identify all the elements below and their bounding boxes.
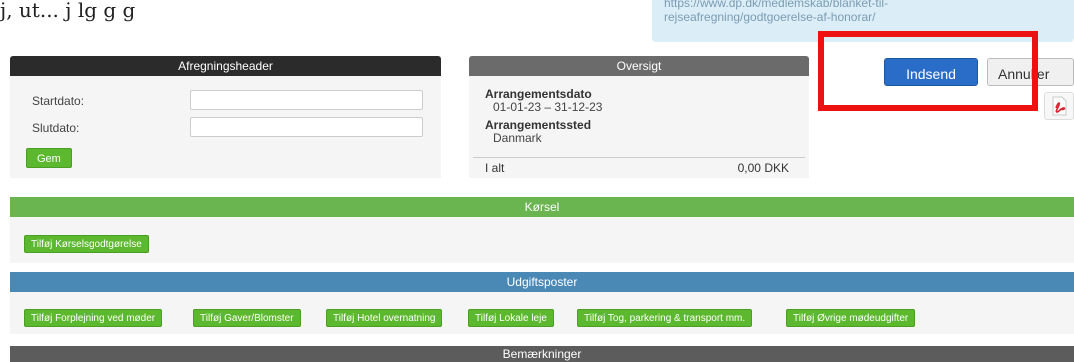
korsel-section: Kørsel Tilføj Kørselsgodtgørelse — [10, 197, 1074, 263]
cancel-button[interactable]: Annuller — [987, 58, 1074, 86]
total-value: 0,00 DKK — [737, 161, 789, 175]
arrangementssted-label: Arrangementssted — [485, 118, 592, 132]
udgiftsposter-title: Udgiftsposter — [10, 272, 1074, 292]
add-lokale-button[interactable]: Tilføj Lokale leje — [468, 309, 554, 327]
submit-button[interactable]: Indsend — [884, 58, 978, 86]
afregningsheader-panel: Afregningsheader Startdato: Slutdato: Ge… — [10, 56, 441, 178]
arrangementsdato-value: 01-01-23 – 31-12-23 — [493, 100, 603, 114]
info-link[interactable]: https://www.dp.dk/medlemskab/blanket-til… — [664, 0, 1064, 24]
total-row: I alt 0,00 DKK — [473, 157, 805, 176]
bemaerkninger-section: Bemærkninger — [10, 346, 1074, 362]
oversigt-title: Oversigt — [469, 56, 809, 76]
add-hotel-button[interactable]: Tilføj Hotel overnatning — [326, 309, 443, 327]
korsel-title: Kørsel — [10, 197, 1074, 217]
add-gaver-button[interactable]: Tilføj Gaver/Blomster — [193, 309, 301, 327]
pdf-icon[interactable] — [1044, 92, 1074, 120]
udgiftsposter-section: Udgiftsposter Tilføj Forplejning ved mød… — [10, 272, 1074, 334]
save-button[interactable]: Gem — [26, 148, 72, 168]
afregningsheader-title: Afregningsheader — [10, 56, 441, 76]
add-forplejning-button[interactable]: Tilføj Forplejning ved møder — [24, 309, 163, 327]
startdato-row: Startdato: — [10, 90, 441, 114]
bemaerkninger-title: Bemærkninger — [10, 346, 1074, 362]
add-transport-button[interactable]: Tilføj Tog, parkering & transport mm. — [577, 309, 753, 327]
slutdato-row: Slutdato: — [10, 117, 441, 141]
info-link-line1[interactable]: https://www.dp.dk/medlemskab/blanket-til… — [664, 0, 1064, 10]
info-link-line2[interactable]: rejseafregning/godtgoerelse-af-honorar/ — [664, 10, 1064, 24]
arrangementssted-value: Danmark — [493, 131, 542, 145]
startdato-input[interactable] — [190, 90, 423, 110]
oversigt-panel: Oversigt Arrangementsdato 01-01-23 – 31-… — [469, 56, 809, 178]
cropped-header-text: j, ut... j lg g g — [0, 0, 136, 22]
total-label: I alt — [485, 161, 505, 175]
add-korsel-button[interactable]: Tilføj Kørselsgodtgørelse — [24, 235, 149, 253]
slutdato-label: Slutdato: — [32, 121, 80, 135]
startdato-label: Startdato: — [32, 94, 85, 108]
arrangementsdato-label: Arrangementsdato — [485, 87, 592, 101]
info-box: https://www.dp.dk/medlemskab/blanket-til… — [652, 0, 1074, 42]
add-ovrige-button[interactable]: Tilføj Øvrige mødeudgifter — [786, 309, 916, 327]
slutdato-input[interactable] — [190, 117, 423, 137]
